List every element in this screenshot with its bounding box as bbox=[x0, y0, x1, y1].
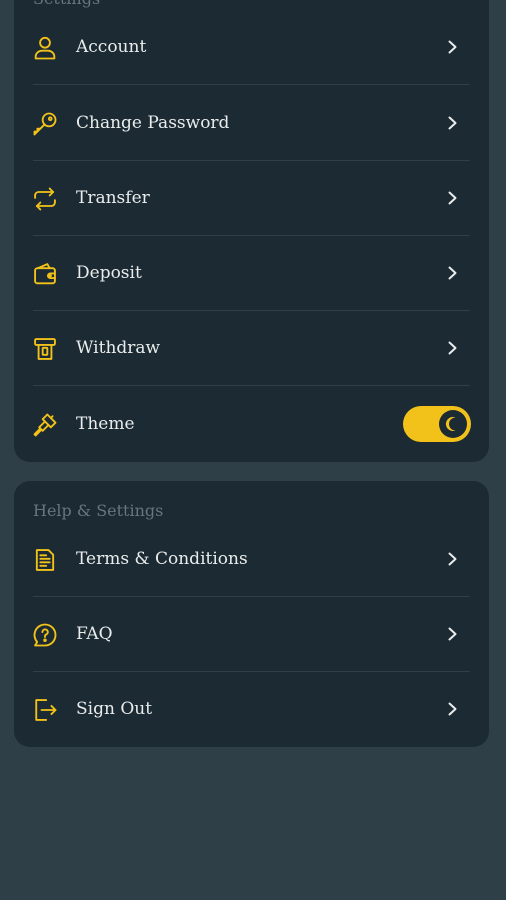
theme-toggle[interactable] bbox=[403, 406, 471, 442]
chevron-right-icon bbox=[443, 700, 461, 718]
chevron-right-icon bbox=[443, 264, 461, 282]
atm-withdraw-icon bbox=[31, 335, 59, 363]
help-item-label: FAQ bbox=[76, 624, 113, 644]
wallet-icon bbox=[31, 260, 59, 288]
question-bubble-icon bbox=[31, 621, 59, 649]
settings-section-title: Settings bbox=[33, 0, 100, 9]
divider bbox=[33, 84, 470, 85]
settings-item-label: Withdraw bbox=[76, 338, 161, 358]
help-item-sign-out[interactable]: Sign Out bbox=[14, 672, 489, 747]
key-icon bbox=[31, 110, 59, 138]
chevron-right-icon bbox=[443, 625, 461, 643]
settings-card: Settings Account Change Password bbox=[14, 0, 489, 462]
help-card: Help & Settings Terms & Conditions FAQ S… bbox=[14, 481, 489, 747]
paintbrush-icon bbox=[31, 411, 59, 439]
help-section-title: Help & Settings bbox=[33, 501, 164, 520]
help-item-label: Terms & Conditions bbox=[76, 549, 248, 569]
help-item-terms[interactable]: Terms & Conditions bbox=[14, 522, 489, 597]
chevron-right-icon bbox=[443, 550, 461, 568]
transfer-arrows-icon bbox=[31, 185, 59, 213]
moon-icon bbox=[439, 410, 467, 438]
sign-out-icon bbox=[31, 696, 59, 724]
settings-item-withdraw[interactable]: Withdraw bbox=[14, 311, 489, 386]
chevron-right-icon bbox=[443, 339, 461, 357]
settings-item-theme: Theme bbox=[14, 387, 489, 462]
settings-item-label: Theme bbox=[76, 414, 135, 434]
settings-item-label: Account bbox=[76, 37, 147, 57]
help-item-label: Sign Out bbox=[76, 699, 153, 719]
divider bbox=[33, 385, 470, 386]
settings-item-label: Deposit bbox=[76, 263, 142, 283]
toggle-knob bbox=[439, 410, 467, 438]
chevron-right-icon bbox=[443, 38, 461, 56]
document-icon bbox=[31, 546, 59, 574]
user-icon bbox=[31, 34, 59, 62]
settings-item-change-password[interactable]: Change Password bbox=[14, 86, 489, 161]
chevron-right-icon bbox=[443, 114, 461, 132]
settings-item-label: Transfer bbox=[76, 188, 150, 208]
settings-item-transfer[interactable]: Transfer bbox=[14, 161, 489, 236]
chevron-right-icon bbox=[443, 189, 461, 207]
settings-item-label: Change Password bbox=[76, 113, 230, 133]
help-item-faq[interactable]: FAQ bbox=[14, 597, 489, 672]
settings-item-deposit[interactable]: Deposit bbox=[14, 236, 489, 311]
settings-item-account[interactable]: Account bbox=[14, 10, 489, 85]
